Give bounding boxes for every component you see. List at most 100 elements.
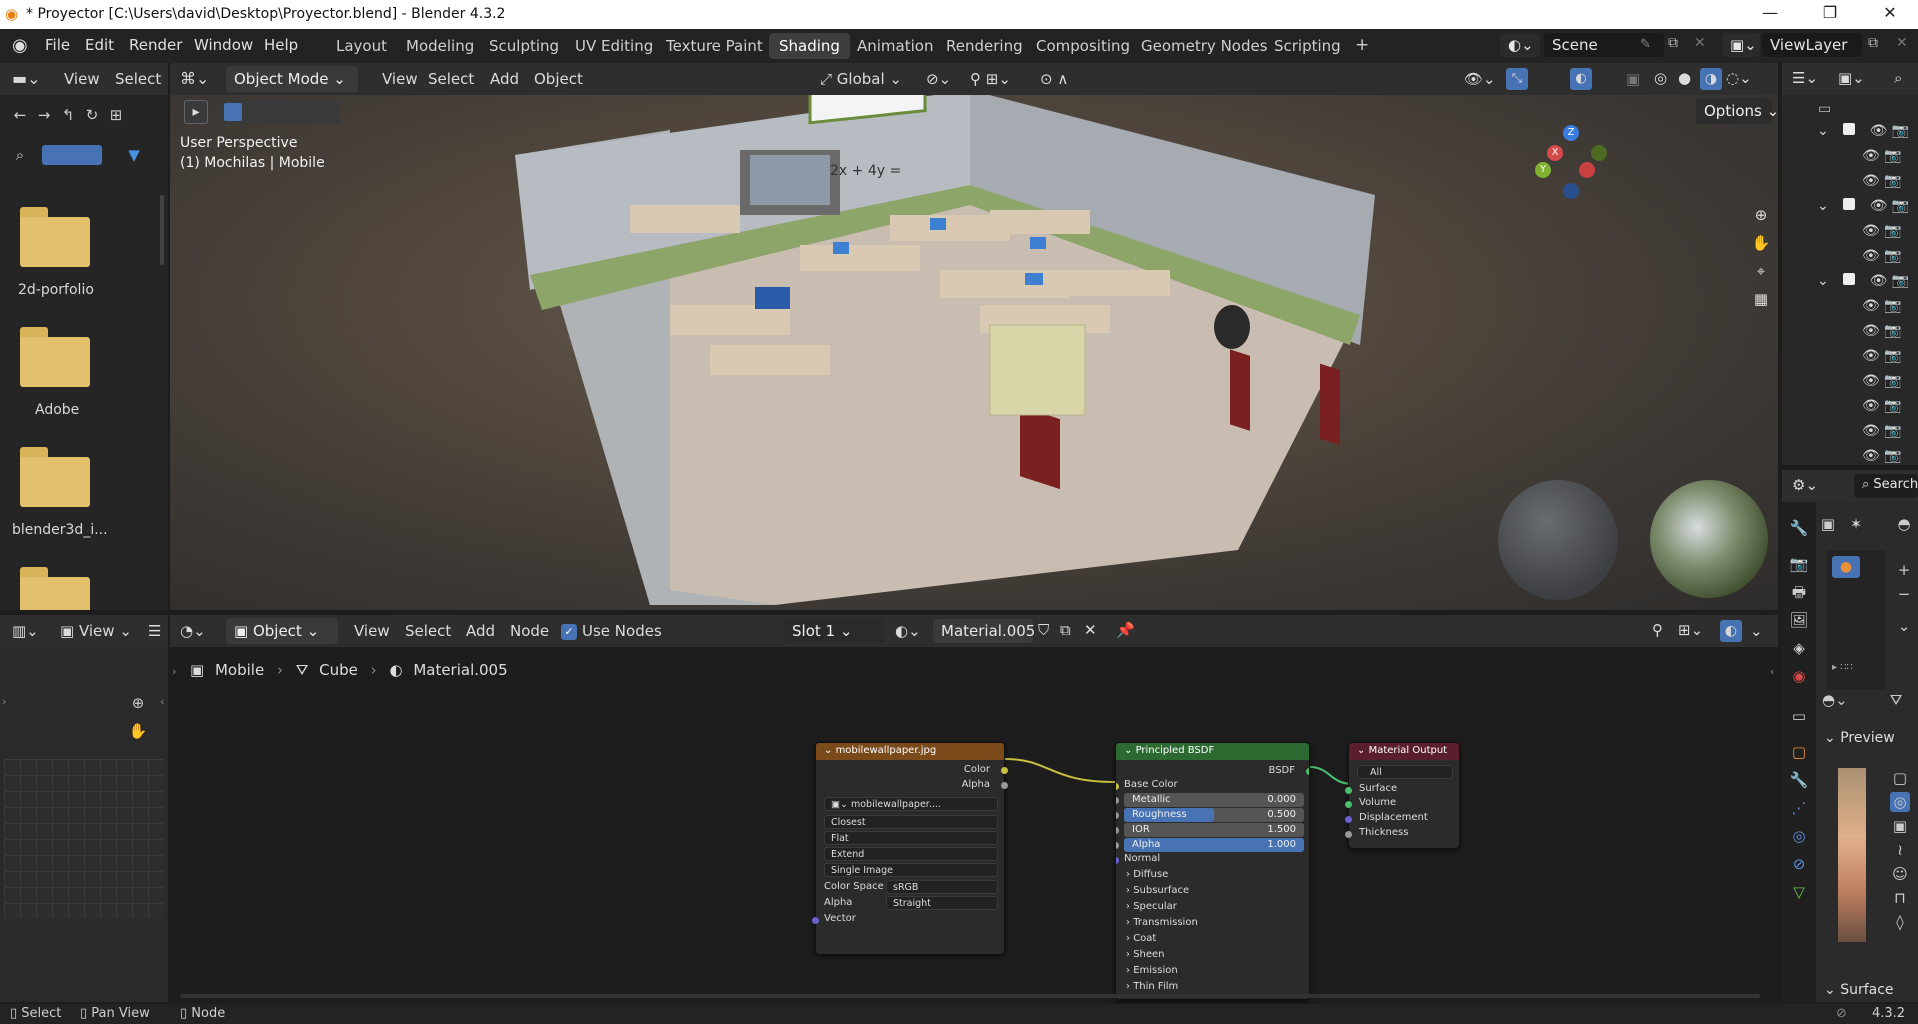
slot-dropdown[interactable]: Slot 1 ⌄ <box>784 618 884 644</box>
camera-icon[interactable]: 📷 <box>1884 448 1901 464</box>
metallic-socket[interactable] <box>1116 797 1119 804</box>
sidebar-expand-icon[interactable]: ‹ <box>1770 665 1774 678</box>
image-editor-view-dropdown[interactable]: ▣ View ⌄ <box>60 622 132 640</box>
toolbar-expand-icon[interactable]: › <box>2 695 6 708</box>
tool-tab-icon[interactable]: 🔧 <box>1789 518 1809 538</box>
pan-hand-icon[interactable]: ✋ <box>128 721 148 741</box>
panel-emission[interactable]: › Emission <box>1126 965 1178 976</box>
add-slot-icon[interactable]: + <box>1894 560 1914 580</box>
menu-render[interactable]: Render <box>129 36 182 54</box>
maximize-button[interactable]: ❐ <box>1810 3 1850 22</box>
node-view-menu[interactable]: View <box>354 622 390 640</box>
folder-icon[interactable] <box>20 447 92 507</box>
pin-icon[interactable]: ✎ <box>1640 37 1651 52</box>
bsdf-output-socket[interactable] <box>1306 768 1309 775</box>
interpolation-dropdown[interactable]: Closest <box>824 815 998 829</box>
surface-panel-header[interactable]: ⌄ Surface <box>1824 982 1894 998</box>
collection-tab-icon[interactable]: ▭ <box>1789 706 1809 726</box>
camera-icon[interactable]: 📷 <box>1884 323 1901 339</box>
node-node-menu[interactable]: Node <box>510 622 549 640</box>
visibility-icon[interactable]: 👁⌄ <box>1464 70 1496 88</box>
material-output-header[interactable]: ⌄ Material Output <box>1349 743 1459 760</box>
node-editor-area[interactable]: › ▣ Mobile › ⛛ Cube › ◐ Material.005 ⌄ m… <box>170 647 1778 1002</box>
delete-scene-icon[interactable]: ✕ <box>1694 35 1706 51</box>
object-row[interactable]: 👁 📷 <box>1862 173 1902 198</box>
pin-icon[interactable]: 📌 <box>1116 621 1135 639</box>
preview-fluid-icon[interactable]: ◊ <box>1890 912 1910 932</box>
camera-icon[interactable]: 📷 <box>1892 273 1909 289</box>
object-row[interactable]: 👁 📷 <box>1862 348 1902 373</box>
camera-icon[interactable]: 📷 <box>1884 248 1901 264</box>
panel-coat[interactable]: › Coat <box>1126 933 1156 944</box>
fake-user-icon[interactable]: ⛉ <box>1038 621 1049 639</box>
alpha-output-socket[interactable] <box>1001 782 1008 789</box>
blender-menu-icon[interactable]: ◉ <box>12 35 28 56</box>
menu-window[interactable]: Window <box>194 36 253 54</box>
refresh-icon[interactable]: ↻ <box>82 105 102 125</box>
eye-icon[interactable]: 👁 <box>1862 173 1880 189</box>
eye-icon[interactable]: 👁 <box>1862 248 1880 264</box>
zoom-icon[interactable]: ⊕ <box>1751 205 1771 225</box>
volume-socket[interactable] <box>1345 801 1352 808</box>
surface-socket[interactable] <box>1345 787 1352 794</box>
collection-row[interactable]: ⌄ 👁 📷 <box>1817 198 1909 223</box>
material-shading-icon[interactable]: ◑ <box>1700 68 1722 90</box>
preview-hair-icon[interactable]: ≀ <box>1890 840 1910 860</box>
node-overlay-icon[interactable]: ◐ <box>1720 620 1742 642</box>
xray-icon[interactable]: ▣ <box>1626 70 1640 88</box>
camera-view-icon[interactable]: ⌖ <box>1751 261 1771 281</box>
remove-slot-icon[interactable]: − <box>1894 584 1914 604</box>
camera-icon[interactable]: 📷 <box>1892 198 1909 214</box>
normal-socket[interactable] <box>1116 857 1119 864</box>
minimize-button[interactable]: — <box>1750 3 1790 22</box>
material-output-node[interactable]: ⌄ Material Output All Surface Volume Dis… <box>1345 742 1460 849</box>
viewport-view-menu[interactable]: View <box>382 70 418 88</box>
use-nodes-checkbox[interactable]: ✓ <box>561 624 577 640</box>
thickness-socket[interactable] <box>1345 831 1352 838</box>
eye-icon[interactable]: 👁 <box>1862 223 1880 239</box>
panel-sheen[interactable]: › Sheen <box>1126 949 1165 960</box>
alpha-socket[interactable] <box>1116 842 1119 849</box>
image-editor-menu-icon[interactable]: ☰ <box>148 622 161 640</box>
displacement-socket[interactable] <box>1345 816 1352 823</box>
folder-label[interactable]: blender3d_i... <box>12 522 108 538</box>
object-row[interactable]: 👁 📷 <box>1862 223 1902 248</box>
camera-icon[interactable]: 📷 <box>1884 423 1901 439</box>
eye-icon[interactable]: 👁 <box>1870 273 1888 289</box>
tab-layout[interactable]: Layout <box>326 33 397 59</box>
outliner-search-icon[interactable]: ⌕ <box>1894 69 1902 87</box>
alpha-mode-dropdown[interactable]: Straight <box>886 896 998 910</box>
panel-subsurface[interactable]: › Subsurface <box>1126 885 1189 896</box>
unlink-material-icon[interactable]: ✕ <box>1084 621 1097 639</box>
filter-icon[interactable]: ▼ <box>124 145 144 165</box>
preview-monkey-icon[interactable]: ☺ <box>1890 864 1910 884</box>
metallic-slider[interactable]: Metallic 0.000 <box>1124 793 1304 807</box>
expand-icon[interactable]: ⌄ <box>1817 273 1829 289</box>
display-mode-toggle[interactable] <box>42 145 102 165</box>
eye-icon[interactable]: 👁 <box>1870 198 1888 214</box>
material-slot-icon[interactable]: ● <box>1832 556 1860 578</box>
properties-editor-icon[interactable]: ⚙⌄ <box>1792 476 1818 494</box>
add-workspace-button[interactable]: + <box>1345 33 1379 59</box>
pivot-icon[interactable]: ⊘⌄ <box>926 70 951 88</box>
node-editor-type-icon[interactable]: ◔⌄ <box>180 622 206 640</box>
camera-icon[interactable]: 📷 <box>1884 373 1901 389</box>
data-tab-icon[interactable]: ▽ <box>1789 882 1809 902</box>
eye-icon[interactable]: 👁 <box>1862 148 1880 164</box>
menu-file[interactable]: File <box>45 36 70 54</box>
material-name-field[interactable]: Material.005 <box>933 619 1035 643</box>
eye-icon[interactable]: 👁 <box>1870 123 1888 139</box>
camera-icon[interactable]: 📷 <box>1884 348 1901 364</box>
snap-icon[interactable]: ⚲ ⊞⌄ <box>970 70 1011 88</box>
tab-modeling[interactable]: Modeling <box>396 33 484 59</box>
checkbox-icon[interactable] <box>1843 273 1856 285</box>
node-tree-icon[interactable]: ⛛ <box>1886 690 1906 710</box>
view-layer-field[interactable]: ViewLayer <box>1762 33 1862 57</box>
output-target-dropdown[interactable]: All <box>1357 765 1453 779</box>
object-row[interactable]: 👁 📷 <box>1862 323 1902 348</box>
node-select-menu[interactable]: Select <box>405 622 451 640</box>
eye-icon[interactable]: 👁 <box>1862 373 1880 389</box>
particles-tab-icon[interactable]: ⋰ <box>1789 798 1809 818</box>
close-window-button[interactable]: ✕ <box>1870 3 1910 22</box>
image-datablock-field[interactable]: ▣⌄ mobilewallpaper.... <box>824 797 998 811</box>
